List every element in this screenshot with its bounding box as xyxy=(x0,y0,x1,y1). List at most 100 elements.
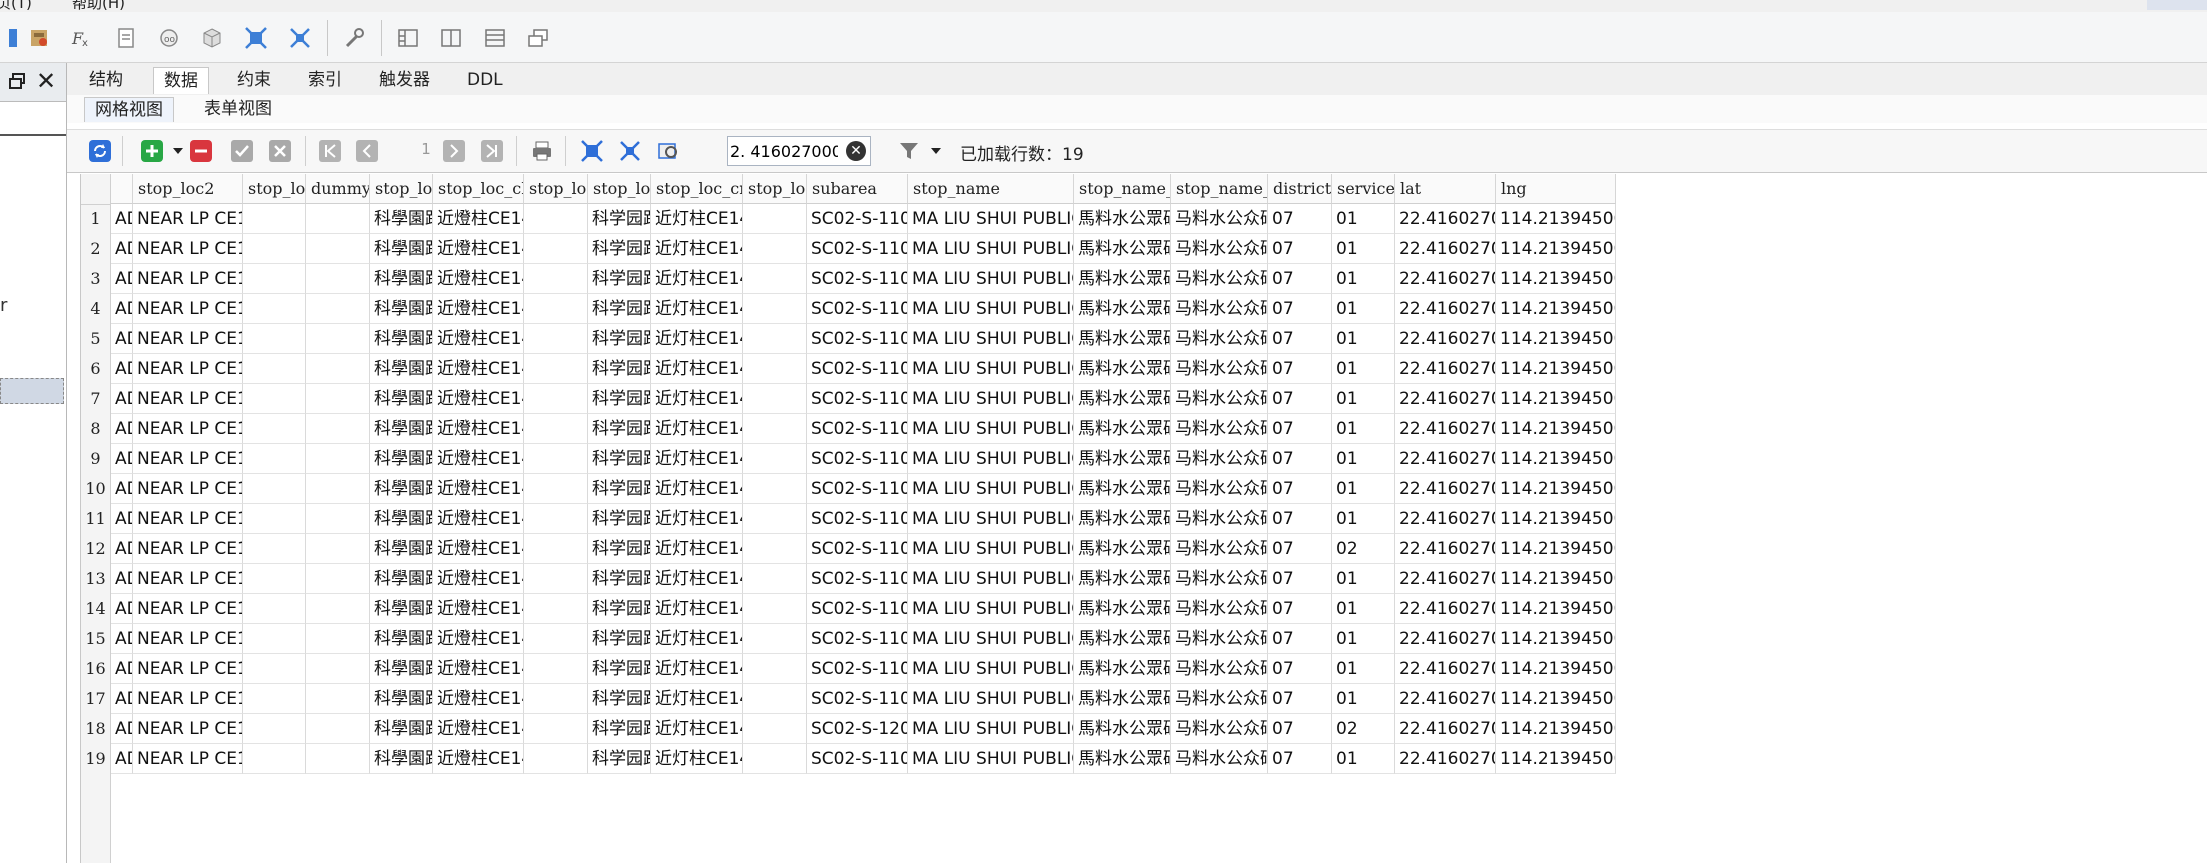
table-cell[interactable]: NEAR LP CE1453 xyxy=(133,714,243,744)
table-cell[interactable] xyxy=(306,534,370,564)
table-cell[interactable]: 近灯柱CE1453 xyxy=(651,504,743,534)
table-cell[interactable]: 科學園路 xyxy=(370,384,433,414)
table-cell[interactable]: 马料水公众码头 xyxy=(1171,744,1268,774)
table-cell[interactable] xyxy=(524,234,588,264)
table-cell[interactable]: 22.4160270000 xyxy=(1395,654,1496,684)
table-cell[interactable]: 近灯柱CE1453 xyxy=(651,414,743,444)
table-cell[interactable]: 馬料水公眾碼頭 xyxy=(1074,534,1171,564)
table-cell[interactable]: 科学园路 xyxy=(588,684,651,714)
table-cell[interactable]: 近灯柱CE1453 xyxy=(651,684,743,714)
table-cell[interactable]: 近燈柱CE1453 xyxy=(433,504,524,534)
table-cell[interactable]: 近燈柱CE1453 xyxy=(433,624,524,654)
table-cell[interactable]: 114.2139450000 xyxy=(1496,204,1616,234)
table-cell[interactable]: 114.2139450000 xyxy=(1496,234,1616,264)
table-cell[interactable]: 科學園路 xyxy=(370,264,433,294)
row-number[interactable]: 12 xyxy=(81,534,110,564)
table-cell[interactable]: 馬料水公眾碼頭 xyxy=(1074,654,1171,684)
table-cell[interactable]: 科學園路 xyxy=(370,654,433,684)
table-cell[interactable] xyxy=(743,204,807,234)
table-cell[interactable]: 马料水公众码头 xyxy=(1171,624,1268,654)
table-cell[interactable]: MA LIU SHUI PUBLIC PIER xyxy=(908,654,1074,684)
table-cell[interactable]: 22.4160270000 xyxy=(1395,534,1496,564)
table-cell[interactable]: NEAR LP CE1453 xyxy=(133,474,243,504)
table-cell[interactable]: 马料水公众码头 xyxy=(1171,654,1268,684)
table-cell[interactable]: 科学园路 xyxy=(588,504,651,534)
table-cell[interactable]: SC02-S-1100-0 xyxy=(807,504,908,534)
row-number[interactable]: 17 xyxy=(81,684,110,714)
table-cell[interactable]: MA LIU SHUI PUBLIC PIER xyxy=(908,504,1074,534)
table-cell[interactable] xyxy=(243,474,306,504)
table-cell[interactable]: 马料水公众码头 xyxy=(1171,504,1268,534)
table-cell[interactable]: 01 xyxy=(1332,444,1395,474)
table-cell[interactable]: 114.2139450000 xyxy=(1496,624,1616,654)
grid-expand-icon[interactable] xyxy=(579,138,605,164)
table-cell[interactable]: 近燈柱CE1453 xyxy=(433,414,524,444)
table-cell[interactable] xyxy=(306,684,370,714)
print-icon[interactable] xyxy=(529,138,555,164)
table-cell[interactable] xyxy=(743,594,807,624)
table-cell[interactable]: NEAR LP CE1453 xyxy=(133,684,243,714)
row-number[interactable]: 15 xyxy=(81,624,110,654)
table-cell[interactable]: NEAR LP CE1453 xyxy=(133,264,243,294)
table-cell[interactable] xyxy=(524,684,588,714)
windows-icon[interactable] xyxy=(524,24,552,52)
table-cell[interactable]: 近燈柱CE1453 xyxy=(433,204,524,234)
table-row[interactable]: ADNEAR LP CE1453 科學園路近燈柱CE1453 科学园路近灯柱CE14… xyxy=(111,444,1616,474)
table-cell[interactable]: 07 xyxy=(1268,234,1332,264)
table-cell[interactable]: 科学园路 xyxy=(588,534,651,564)
table-cell[interactable] xyxy=(243,684,306,714)
table-cell[interactable] xyxy=(524,294,588,324)
table-cell[interactable]: AD xyxy=(111,654,133,684)
table-cell[interactable]: 07 xyxy=(1268,504,1332,534)
table-cell[interactable]: 02 xyxy=(1332,534,1395,564)
table-cell[interactable]: NEAR LP CE1453 xyxy=(133,294,243,324)
table-cell[interactable] xyxy=(243,324,306,354)
table-cell[interactable]: AD xyxy=(111,234,133,264)
table-row[interactable]: ADNEAR LP CE1453 科學園路近燈柱CE1453 科学园路近灯柱CE14… xyxy=(111,504,1616,534)
table-cell[interactable]: 01 xyxy=(1332,354,1395,384)
column-header[interactable]: lat xyxy=(1395,174,1496,204)
column-header[interactable]: stop_name_cn xyxy=(1171,174,1268,204)
table-cell[interactable]: 22.4160270000 xyxy=(1395,384,1496,414)
table-cell[interactable]: 科学园路 xyxy=(588,444,651,474)
table-cell[interactable]: MA LIU SHUI PUBLIC PIER xyxy=(908,684,1074,714)
table-cell[interactable]: SC02-S-1100-0 xyxy=(807,624,908,654)
table-cell[interactable]: 近灯柱CE1453 xyxy=(651,444,743,474)
table-cell[interactable]: 22.4160270000 xyxy=(1395,684,1496,714)
table-cell[interactable]: 近灯柱CE1453 xyxy=(651,294,743,324)
table-cell[interactable]: 01 xyxy=(1332,294,1395,324)
table-cell[interactable] xyxy=(524,384,588,414)
table-cell[interactable]: 07 xyxy=(1268,354,1332,384)
table-cell[interactable]: 07 xyxy=(1268,294,1332,324)
table-cell[interactable]: 科學園路 xyxy=(370,684,433,714)
table-cell[interactable]: AD xyxy=(111,324,133,354)
table-cell[interactable]: 近灯柱CE1453 xyxy=(651,264,743,294)
table-cell[interactable]: 近燈柱CE1453 xyxy=(433,744,524,774)
table-cell[interactable]: 馬料水公眾碼頭 xyxy=(1074,234,1171,264)
table-row[interactable]: ADNEAR LP CE1453 科學園路近燈柱CE1453 科学园路近灯柱CE14… xyxy=(111,414,1616,444)
next-page-icon[interactable] xyxy=(441,138,467,164)
table-cell[interactable] xyxy=(243,354,306,384)
row-number[interactable]: 14 xyxy=(81,594,110,624)
table-cell[interactable]: 近燈柱CE1453 xyxy=(433,294,524,324)
table-cell[interactable]: NEAR LP CE1453 xyxy=(133,384,243,414)
table-cell[interactable]: 07 xyxy=(1268,384,1332,414)
table-cell[interactable] xyxy=(743,444,807,474)
row-number[interactable]: 16 xyxy=(81,654,110,684)
table-cell[interactable]: 科學園路 xyxy=(370,354,433,384)
table-cell[interactable]: 近灯柱CE1453 xyxy=(651,624,743,654)
table-cell[interactable]: 22.4160270000 xyxy=(1395,414,1496,444)
table-cell[interactable]: 近燈柱CE1453 xyxy=(433,234,524,264)
table-cell[interactable]: 近燈柱CE1453 xyxy=(433,564,524,594)
table-cell[interactable]: 馬料水公眾碼頭 xyxy=(1074,204,1171,234)
table-cell[interactable]: SC02-S-1100-0 xyxy=(807,234,908,264)
table-cell[interactable]: 馬料水公眾碼頭 xyxy=(1074,684,1171,714)
table-cell[interactable]: 01 xyxy=(1332,264,1395,294)
table-cell[interactable]: 科學園路 xyxy=(370,444,433,474)
table-cell[interactable]: MA LIU SHUI PUBLIC PIER xyxy=(908,414,1074,444)
table-row[interactable]: ADNEAR LP CE1453 科學園路近燈柱CE1453 科学园路近灯柱CE14… xyxy=(111,354,1616,384)
table-cell[interactable]: 马料水公众码头 xyxy=(1171,714,1268,744)
table-cell[interactable]: 22.4160270000 xyxy=(1395,294,1496,324)
table-cell[interactable] xyxy=(243,294,306,324)
table-cell[interactable]: 馬料水公眾碼頭 xyxy=(1074,324,1171,354)
